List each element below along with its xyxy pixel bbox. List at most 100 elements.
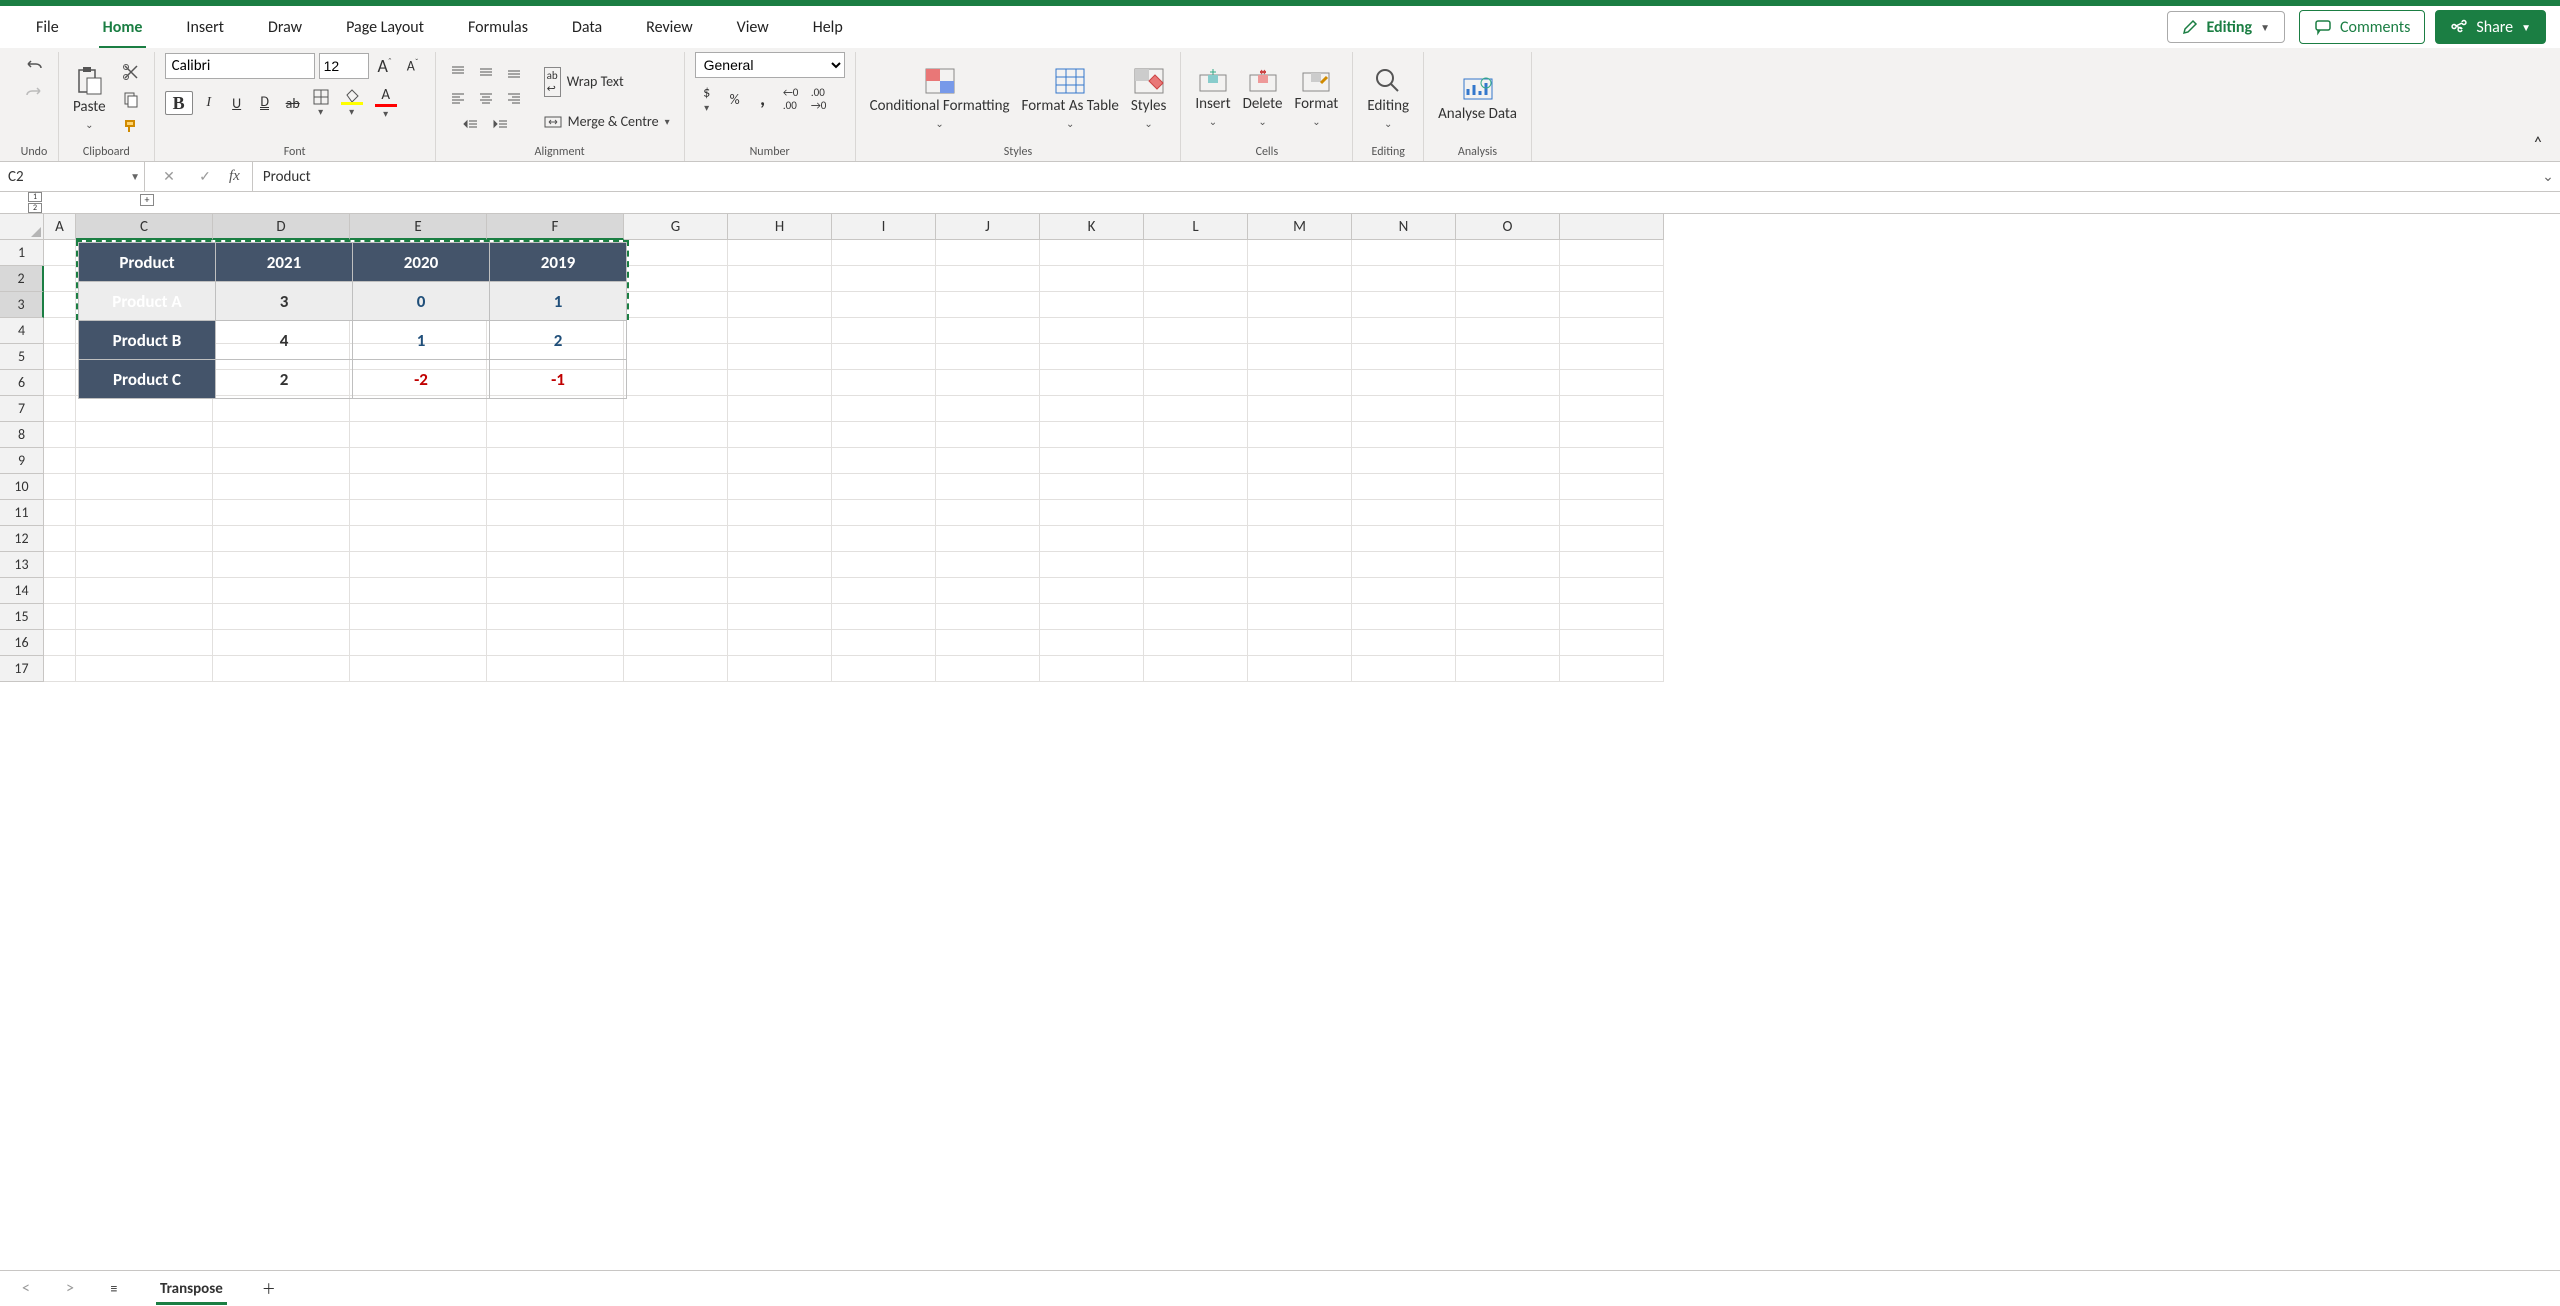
cell[interactable] <box>832 422 936 448</box>
cell[interactable] <box>487 604 624 630</box>
cell-value[interactable]: 3 <box>216 282 353 321</box>
cell[interactable] <box>487 396 624 422</box>
cell[interactable] <box>44 500 76 526</box>
cell[interactable] <box>487 630 624 656</box>
cell[interactable] <box>1456 474 1560 500</box>
cell[interactable] <box>1144 396 1248 422</box>
column-header-K[interactable]: K <box>1040 214 1144 240</box>
cell[interactable] <box>1352 292 1456 318</box>
cell[interactable] <box>1248 292 1352 318</box>
cell[interactable] <box>728 500 832 526</box>
cell[interactable] <box>1040 266 1144 292</box>
cell[interactable] <box>76 474 213 500</box>
column-header-E[interactable]: E <box>350 214 487 240</box>
formula-input[interactable]: Product <box>253 162 2536 191</box>
cell[interactable] <box>1560 370 1664 396</box>
row-header-10[interactable]: 10 <box>0 474 44 500</box>
cell[interactable] <box>1352 500 1456 526</box>
cell[interactable] <box>76 500 213 526</box>
cell[interactable] <box>1456 448 1560 474</box>
cell[interactable] <box>76 526 213 552</box>
strikethrough-button[interactable]: ab <box>281 91 305 115</box>
spreadsheet-grid[interactable]: Product 2021 2020 2019 Product A 3 0 1 P… <box>0 214 2560 1270</box>
select-all-corner[interactable] <box>0 214 44 240</box>
menu-tab-formulas[interactable]: Formulas <box>446 6 550 48</box>
cell[interactable] <box>1144 552 1248 578</box>
copy-button[interactable] <box>118 87 144 111</box>
cell[interactable] <box>1560 266 1664 292</box>
column-header-I[interactable]: I <box>832 214 936 240</box>
increase-indent-button[interactable] <box>489 113 513 137</box>
cell-value[interactable]: 4 <box>216 321 353 360</box>
cell[interactable] <box>1456 292 1560 318</box>
cell[interactable] <box>832 526 936 552</box>
cell[interactable] <box>44 266 76 292</box>
cell[interactable] <box>1352 240 1456 266</box>
row-label[interactable]: Product B <box>79 321 216 360</box>
cell[interactable] <box>1144 292 1248 318</box>
cell[interactable] <box>1352 656 1456 682</box>
comma-style-button[interactable]: , <box>751 84 775 114</box>
menu-tab-insert[interactable]: Insert <box>164 6 246 48</box>
cell[interactable] <box>1352 422 1456 448</box>
cell[interactable] <box>1456 370 1560 396</box>
cell[interactable] <box>1248 604 1352 630</box>
cell[interactable] <box>728 292 832 318</box>
redo-button[interactable] <box>20 79 48 103</box>
cell[interactable] <box>76 422 213 448</box>
cell[interactable] <box>1248 474 1352 500</box>
column-header-F[interactable]: F <box>487 214 624 240</box>
cell[interactable] <box>1144 370 1248 396</box>
cell[interactable] <box>1040 396 1144 422</box>
cell[interactable] <box>44 396 76 422</box>
underline-button[interactable]: U <box>225 91 249 115</box>
cell[interactable] <box>1456 630 1560 656</box>
table-header[interactable]: 2019 <box>490 243 627 282</box>
cell[interactable] <box>213 526 350 552</box>
row-header-13[interactable]: 13 <box>0 552 44 578</box>
cell[interactable] <box>1456 656 1560 682</box>
cell[interactable] <box>44 240 76 266</box>
cell[interactable] <box>1144 578 1248 604</box>
cell[interactable] <box>936 448 1040 474</box>
cell[interactable] <box>624 552 728 578</box>
paste-button[interactable]: Paste ⌄ <box>69 63 110 134</box>
row-header-2[interactable]: 2 <box>0 266 44 292</box>
cell[interactable] <box>936 240 1040 266</box>
column-header-J[interactable]: J <box>936 214 1040 240</box>
all-sheets-button[interactable]: ≡ <box>102 1277 126 1301</box>
cell[interactable] <box>936 396 1040 422</box>
cell[interactable] <box>1144 474 1248 500</box>
cell[interactable] <box>728 552 832 578</box>
cell[interactable] <box>624 630 728 656</box>
font-name-select[interactable] <box>165 53 315 79</box>
menu-tab-draw[interactable]: Draw <box>246 6 324 48</box>
cell[interactable] <box>1456 344 1560 370</box>
cell[interactable] <box>1040 474 1144 500</box>
cell[interactable] <box>1144 526 1248 552</box>
fx-icon[interactable]: fx <box>229 168 240 185</box>
cell-value[interactable]: 2 <box>490 321 627 360</box>
shrink-font-button[interactable]: Aˇ <box>401 54 425 78</box>
format-cells-button[interactable]: Format⌄ <box>1290 66 1342 131</box>
align-middle-button[interactable] <box>474 60 498 84</box>
align-right-button[interactable] <box>502 86 526 110</box>
borders-button[interactable]: ▾ <box>309 86 333 121</box>
cell[interactable] <box>1560 630 1664 656</box>
grow-font-button[interactable]: Aˆ <box>373 52 397 80</box>
row-header-15[interactable]: 15 <box>0 604 44 630</box>
cell[interactable] <box>832 500 936 526</box>
cell[interactable] <box>76 552 213 578</box>
cell[interactable] <box>1560 500 1664 526</box>
bold-button[interactable]: B <box>165 91 193 115</box>
cell[interactable] <box>350 474 487 500</box>
cell[interactable] <box>1248 578 1352 604</box>
cell[interactable] <box>1560 240 1664 266</box>
number-format-select[interactable]: General <box>695 52 845 78</box>
menu-tab-view[interactable]: View <box>715 6 791 48</box>
cell[interactable] <box>624 292 728 318</box>
double-underline-button[interactable]: D <box>253 91 277 115</box>
cell[interactable] <box>1248 344 1352 370</box>
currency-button[interactable]: $▾ <box>695 81 719 117</box>
cell[interactable] <box>936 552 1040 578</box>
